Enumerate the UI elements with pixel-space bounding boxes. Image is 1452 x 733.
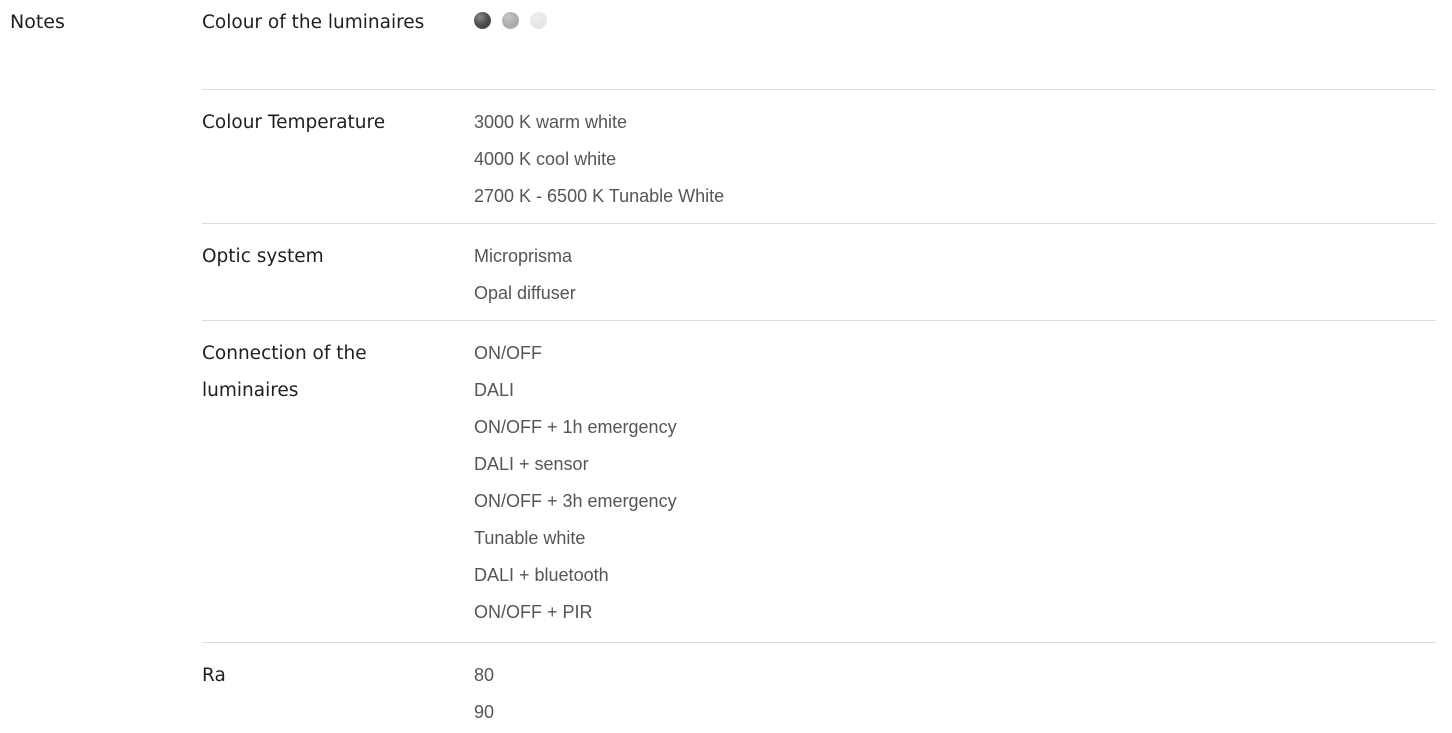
colour-swatches bbox=[474, 4, 547, 89]
connection-value: Tunable white bbox=[474, 528, 586, 548]
spec-row-optic: Optic system Microprisma Opal diffuser bbox=[202, 224, 1436, 321]
temperature-values: 3000 K warm white 4000 K cool white 2700… bbox=[474, 104, 1436, 223]
spec-row-connection: Connection of the luminaires ON/OFF DALI… bbox=[202, 321, 1436, 643]
spec-label-optic: Optic system bbox=[202, 246, 324, 267]
ra-value: 90 bbox=[474, 702, 495, 722]
spec-label-colour: Colour of the luminaires bbox=[202, 12, 425, 33]
ra-value: 80 bbox=[474, 665, 495, 685]
temperature-value: 3000 K warm white bbox=[474, 112, 628, 132]
connection-value: DALI bbox=[474, 380, 515, 400]
optic-values: Microprisma Opal diffuser bbox=[474, 238, 1436, 320]
connection-value: ON/OFF bbox=[474, 343, 542, 363]
spec-label-connection: Connection of the luminaires bbox=[202, 343, 367, 401]
connection-value: ON/OFF + 1h emergency bbox=[474, 417, 677, 437]
ra-values: 80 90 bbox=[474, 657, 1436, 731]
connection-value: DALI + bluetooth bbox=[474, 565, 609, 585]
connection-values: ON/OFF DALI ON/OFF + 1h emergency DALI +… bbox=[474, 335, 1436, 642]
spec-label-ra: Ra bbox=[202, 665, 226, 686]
swatch-white[interactable] bbox=[530, 12, 547, 29]
temperature-value: 2700 K - 6500 K Tunable White bbox=[474, 186, 725, 206]
spec-label-temperature: Colour Temperature bbox=[202, 112, 386, 133]
connection-value: DALI + sensor bbox=[474, 454, 589, 474]
spec-row-colour: Colour of the luminaires bbox=[202, 0, 1436, 90]
section-title: Notes bbox=[10, 11, 65, 33]
connection-value: ON/OFF + 3h emergency bbox=[474, 491, 677, 511]
optic-value: Microprisma bbox=[474, 246, 573, 266]
optic-value: Opal diffuser bbox=[474, 283, 576, 303]
swatch-silver[interactable] bbox=[502, 12, 519, 29]
spec-row-temperature: Colour Temperature 3000 K warm white 400… bbox=[202, 90, 1436, 224]
connection-value: ON/OFF + PIR bbox=[474, 602, 593, 622]
spec-row-ra: Ra 80 90 bbox=[202, 643, 1436, 731]
temperature-value: 4000 K cool white bbox=[474, 149, 617, 169]
spec-table: Colour of the luminaires Colour Temperat… bbox=[202, 0, 1436, 731]
swatch-dark-grey[interactable] bbox=[474, 12, 491, 29]
